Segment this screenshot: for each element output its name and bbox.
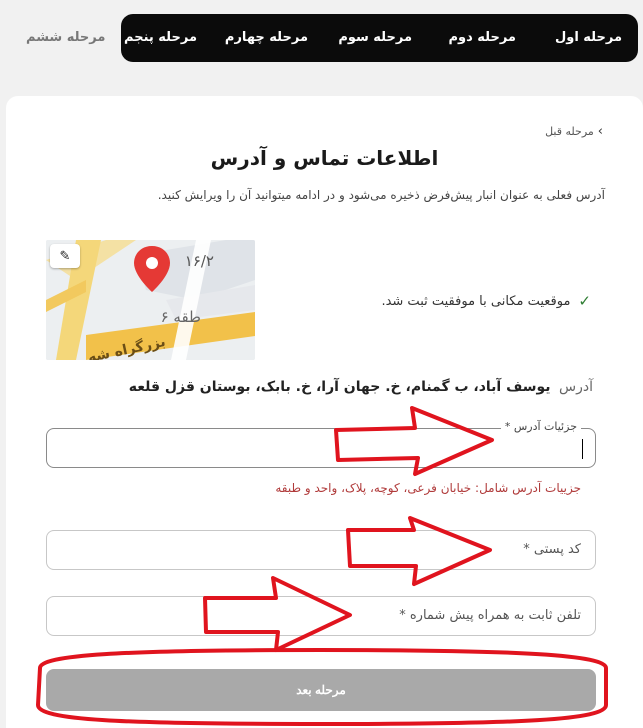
- postal-code-placeholder: کد پستی *: [523, 542, 581, 557]
- location-success-text: موقعیت مکانی با موفقیت ثبت شد.: [381, 293, 571, 309]
- tab-step-3[interactable]: مرحله سوم: [338, 30, 412, 45]
- next-step-button[interactable]: مرحله بعد: [46, 669, 596, 711]
- tab-step-5[interactable]: مرحله پنجم: [124, 30, 197, 45]
- map-preview[interactable]: ۱۶/۲ طقه ۶ بزرگراه شه ✎: [46, 240, 255, 360]
- back-link[interactable]: › مرحله قبل: [545, 124, 603, 139]
- landline-phone-field[interactable]: تلفن ثابت به همراه پیش شماره *: [46, 596, 596, 636]
- tab-step-4[interactable]: مرحله چهارم: [225, 30, 308, 45]
- form-card: › مرحله قبل اطلاعات تماس و آدرس آدرس فعل…: [6, 96, 643, 728]
- tab-step-2[interactable]: مرحله دوم: [448, 30, 516, 45]
- chevron-right-icon: ›: [597, 124, 603, 139]
- selected-address: آدرس یوسف آباد، ب گمنام، خ. جهان آرا، خ.…: [129, 379, 593, 395]
- postal-code-field[interactable]: کد پستی *: [46, 530, 596, 570]
- map-label-1: ۱۶/۲: [185, 252, 214, 270]
- address-details-field[interactable]: جزئیات آدرس *: [46, 420, 596, 468]
- tab-step-1[interactable]: مرحله اول: [555, 30, 622, 45]
- edit-location-button[interactable]: ✎: [50, 244, 80, 268]
- address-value: یوسف آباد، ب گمنام، خ. جهان آرا، خ. بابک…: [128, 379, 551, 395]
- text-cursor: [582, 439, 583, 459]
- address-label: آدرس: [559, 379, 593, 395]
- steps-bar: مرحله اول مرحله دوم مرحله سوم مرحله چهار…: [121, 14, 638, 62]
- landline-phone-placeholder: تلفن ثابت به همراه پیش شماره *: [399, 608, 581, 623]
- address-details-hint: جزییات آدرس شامل: خیابان فرعی، کوچه، پلا…: [275, 481, 581, 495]
- check-icon: ✓: [578, 292, 591, 310]
- page-subtitle: آدرس فعلی به عنوان انبار پیش‌فرض ذخیره م…: [157, 188, 605, 202]
- back-link-label: مرحله قبل: [545, 125, 594, 138]
- location-success-message: ✓ موقعیت مکانی با موفقیت ثبت شد.: [381, 292, 591, 310]
- map-label-2: طقه ۶: [161, 308, 201, 326]
- tab-step-6[interactable]: مرحله ششم: [26, 30, 105, 45]
- page-title: اطلاعات تماس و آدرس: [210, 146, 439, 170]
- pencil-icon: ✎: [59, 248, 71, 264]
- address-details-label: جزئیات آدرس *: [500, 420, 581, 433]
